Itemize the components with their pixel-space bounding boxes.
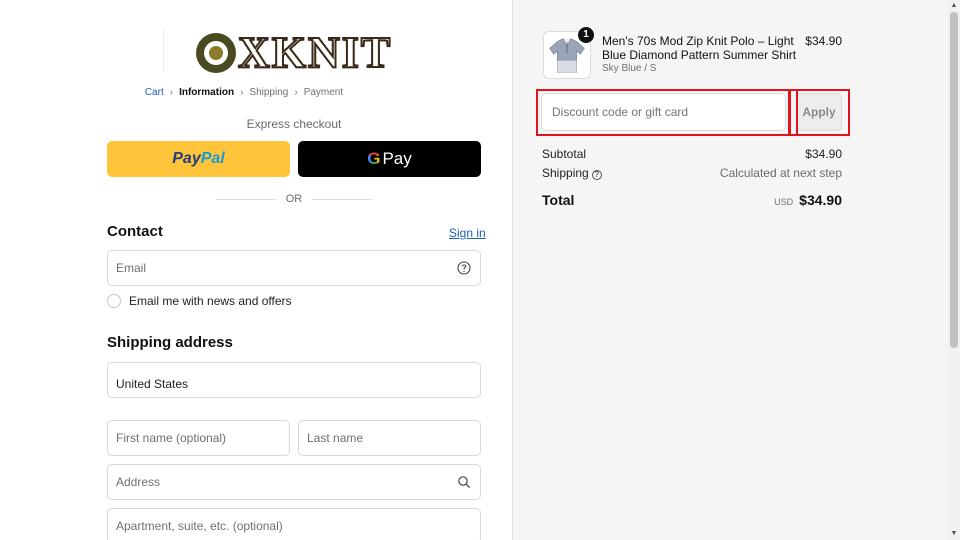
apply-discount-button[interactable]: Apply <box>796 93 842 131</box>
product-price: $34.90 <box>805 34 842 48</box>
total-currency: USD <box>774 197 794 207</box>
paypal-logo-part2: Pal <box>200 150 225 167</box>
breadcrumb-information: Information <box>179 87 235 98</box>
logo-ring-icon <box>196 33 236 73</box>
google-pay-label: Pay <box>382 149 412 168</box>
shipping-value: Calculated at next step <box>719 166 842 180</box>
newsletter-label: Email me with news and offers <box>129 294 292 308</box>
address-field[interactable]: Address <box>107 464 481 500</box>
contact-heading: Contact <box>107 223 163 240</box>
shipping-address-heading: Shipping address <box>107 334 233 351</box>
search-icon <box>458 476 471 489</box>
email-placeholder: Email <box>116 261 147 275</box>
divider-line <box>312 198 373 200</box>
scroll-down-arrow-icon[interactable]: ▼ <box>948 528 960 540</box>
help-circle-icon[interactable]: ? <box>591 170 602 180</box>
total-row: Total USD $34.90 <box>542 192 842 208</box>
google-g-icon: G <box>367 149 381 168</box>
logo-text: XKNIT <box>237 28 393 77</box>
breadcrumb-cart[interactable]: Cart <box>145 87 164 98</box>
logo-divider <box>163 28 164 72</box>
scrollbar-thumb[interactable] <box>950 12 958 348</box>
newsletter-option[interactable]: Email me with news and offers <box>107 294 292 308</box>
subtotal-row: Subtotal $34.90 <box>542 147 842 161</box>
product-variant: Sky Blue / S <box>602 63 657 74</box>
breadcrumb-payment: Payment <box>303 87 344 98</box>
shipping-label: Shipping <box>542 166 589 180</box>
last-name-field[interactable]: Last name <box>298 420 481 456</box>
or-label: OR <box>285 193 303 205</box>
breadcrumb-separator-icon: › <box>240 87 244 98</box>
total-amount: $34.90 <box>799 192 842 208</box>
order-summary-panel <box>512 0 948 540</box>
breadcrumb-shipping: Shipping <box>249 87 289 98</box>
or-divider: OR <box>107 193 481 205</box>
product-title: Men's 70s Mod Zip Knit Polo – Light Blue… <box>602 34 797 62</box>
quantity-badge: 1 <box>578 27 594 43</box>
checkout-form-panel: XKNIT Cart › Information › Shipping › Pa… <box>0 0 512 540</box>
paypal-button[interactable]: Pay Pal <box>107 141 290 177</box>
shipping-row: Shipping? Calculated at next step <box>542 166 842 180</box>
breadcrumb-separator-icon: › <box>294 87 298 98</box>
subtotal-value: $34.90 <box>805 147 842 161</box>
apartment-field[interactable]: Apartment, suite, etc. (optional) <box>107 508 481 540</box>
discount-code-input[interactable] <box>541 93 786 131</box>
scroll-up-arrow-icon[interactable]: ▲ <box>948 0 960 12</box>
breadcrumb-separator-icon: › <box>169 87 174 98</box>
express-checkout-label: Express checkout <box>246 117 342 131</box>
apartment-placeholder: Apartment, suite, etc. (optional) <box>116 519 283 533</box>
google-pay-button[interactable]: G Pay <box>298 141 481 177</box>
divider-line <box>215 198 276 200</box>
newsletter-checkbox[interactable] <box>107 294 121 308</box>
last-name-placeholder: Last name <box>307 431 364 445</box>
first-name-field[interactable]: First name (optional) <box>107 420 290 456</box>
subtotal-label: Subtotal <box>542 147 587 161</box>
page-scrollbar[interactable]: ▲ ▼ <box>948 0 960 540</box>
paypal-logo-part1: Pay <box>172 150 201 167</box>
address-placeholder: Address <box>116 475 161 489</box>
country-value: United States <box>116 377 189 391</box>
breadcrumb: Cart › Information › Shipping › Payment <box>0 87 488 98</box>
first-name-placeholder: First name (optional) <box>116 431 227 445</box>
store-logo[interactable]: XKNIT <box>196 28 393 77</box>
total-label: Total <box>542 192 575 208</box>
country-select[interactable]: United States <box>107 362 481 398</box>
sign-in-link[interactable]: Sign in <box>449 226 486 240</box>
help-circle-icon[interactable] <box>457 261 471 275</box>
email-field[interactable]: Email <box>107 250 481 286</box>
